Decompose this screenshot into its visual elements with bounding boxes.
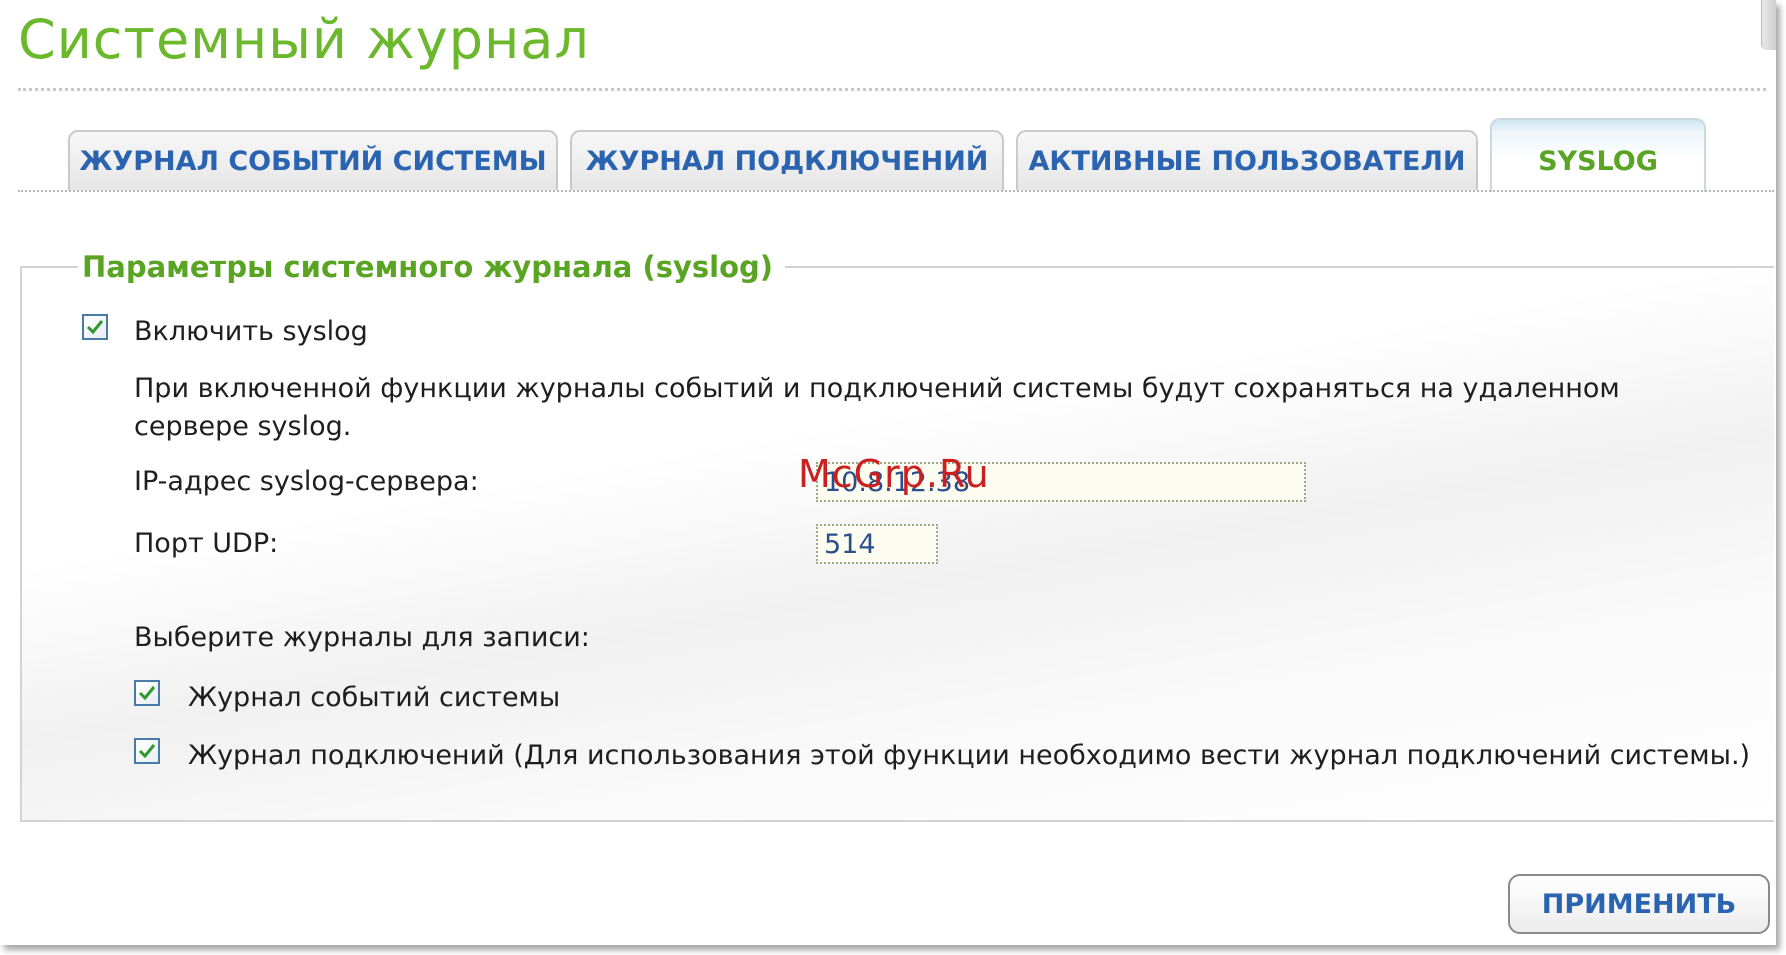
log-connections-label: Журнал подключений (Для использования эт…	[188, 740, 1751, 771]
tab-connections-log[interactable]: ЖУРНАЛ ПОДКЛЮЧЕНИЙ	[570, 130, 1004, 190]
log-connections-checkbox[interactable]	[134, 738, 160, 764]
log-system-events-checkbox[interactable]	[134, 680, 160, 706]
log-system-events-label: Журнал событий системы	[188, 682, 561, 713]
udp-port-label: Порт UDP:	[134, 528, 279, 559]
checkmark-icon	[138, 744, 156, 759]
enable-syslog-label: Включить syslog	[134, 316, 368, 347]
udp-port-input[interactable]	[816, 524, 938, 564]
server-ip-label: IP-адрес syslog-сервера:	[134, 466, 479, 497]
tabs-divider	[18, 190, 1774, 192]
choose-logs-label: Выберите журналы для записи:	[134, 622, 590, 653]
enable-syslog-checkbox[interactable]	[82, 314, 108, 340]
page-title: Системный журнал	[18, 8, 590, 71]
tab-active-users[interactable]: АКТИВНЫЕ ПОЛЬЗОВАТЕЛИ	[1016, 130, 1478, 190]
scrollbar[interactable]	[1761, 0, 1776, 50]
syslog-settings-legend: Параметры системного журнала (syslog)	[78, 250, 786, 284]
apply-button[interactable]: ПРИМЕНИТЬ	[1508, 874, 1770, 934]
tab-system-events-log[interactable]: ЖУРНАЛ СОБЫТИЙ СИСТЕМЫ	[68, 130, 558, 190]
syslog-description: При включенной функции журналы событий и…	[134, 373, 1620, 442]
checkmark-icon	[86, 320, 104, 335]
server-ip-input[interactable]	[816, 462, 1306, 502]
title-divider	[18, 88, 1766, 91]
checkmark-icon	[138, 686, 156, 701]
tab-syslog[interactable]: SYSLOG	[1490, 118, 1706, 192]
system-log-window: Системный журнал ЖУРНАЛ СОБЫТИЙ СИСТЕМЫ …	[0, 0, 1776, 945]
